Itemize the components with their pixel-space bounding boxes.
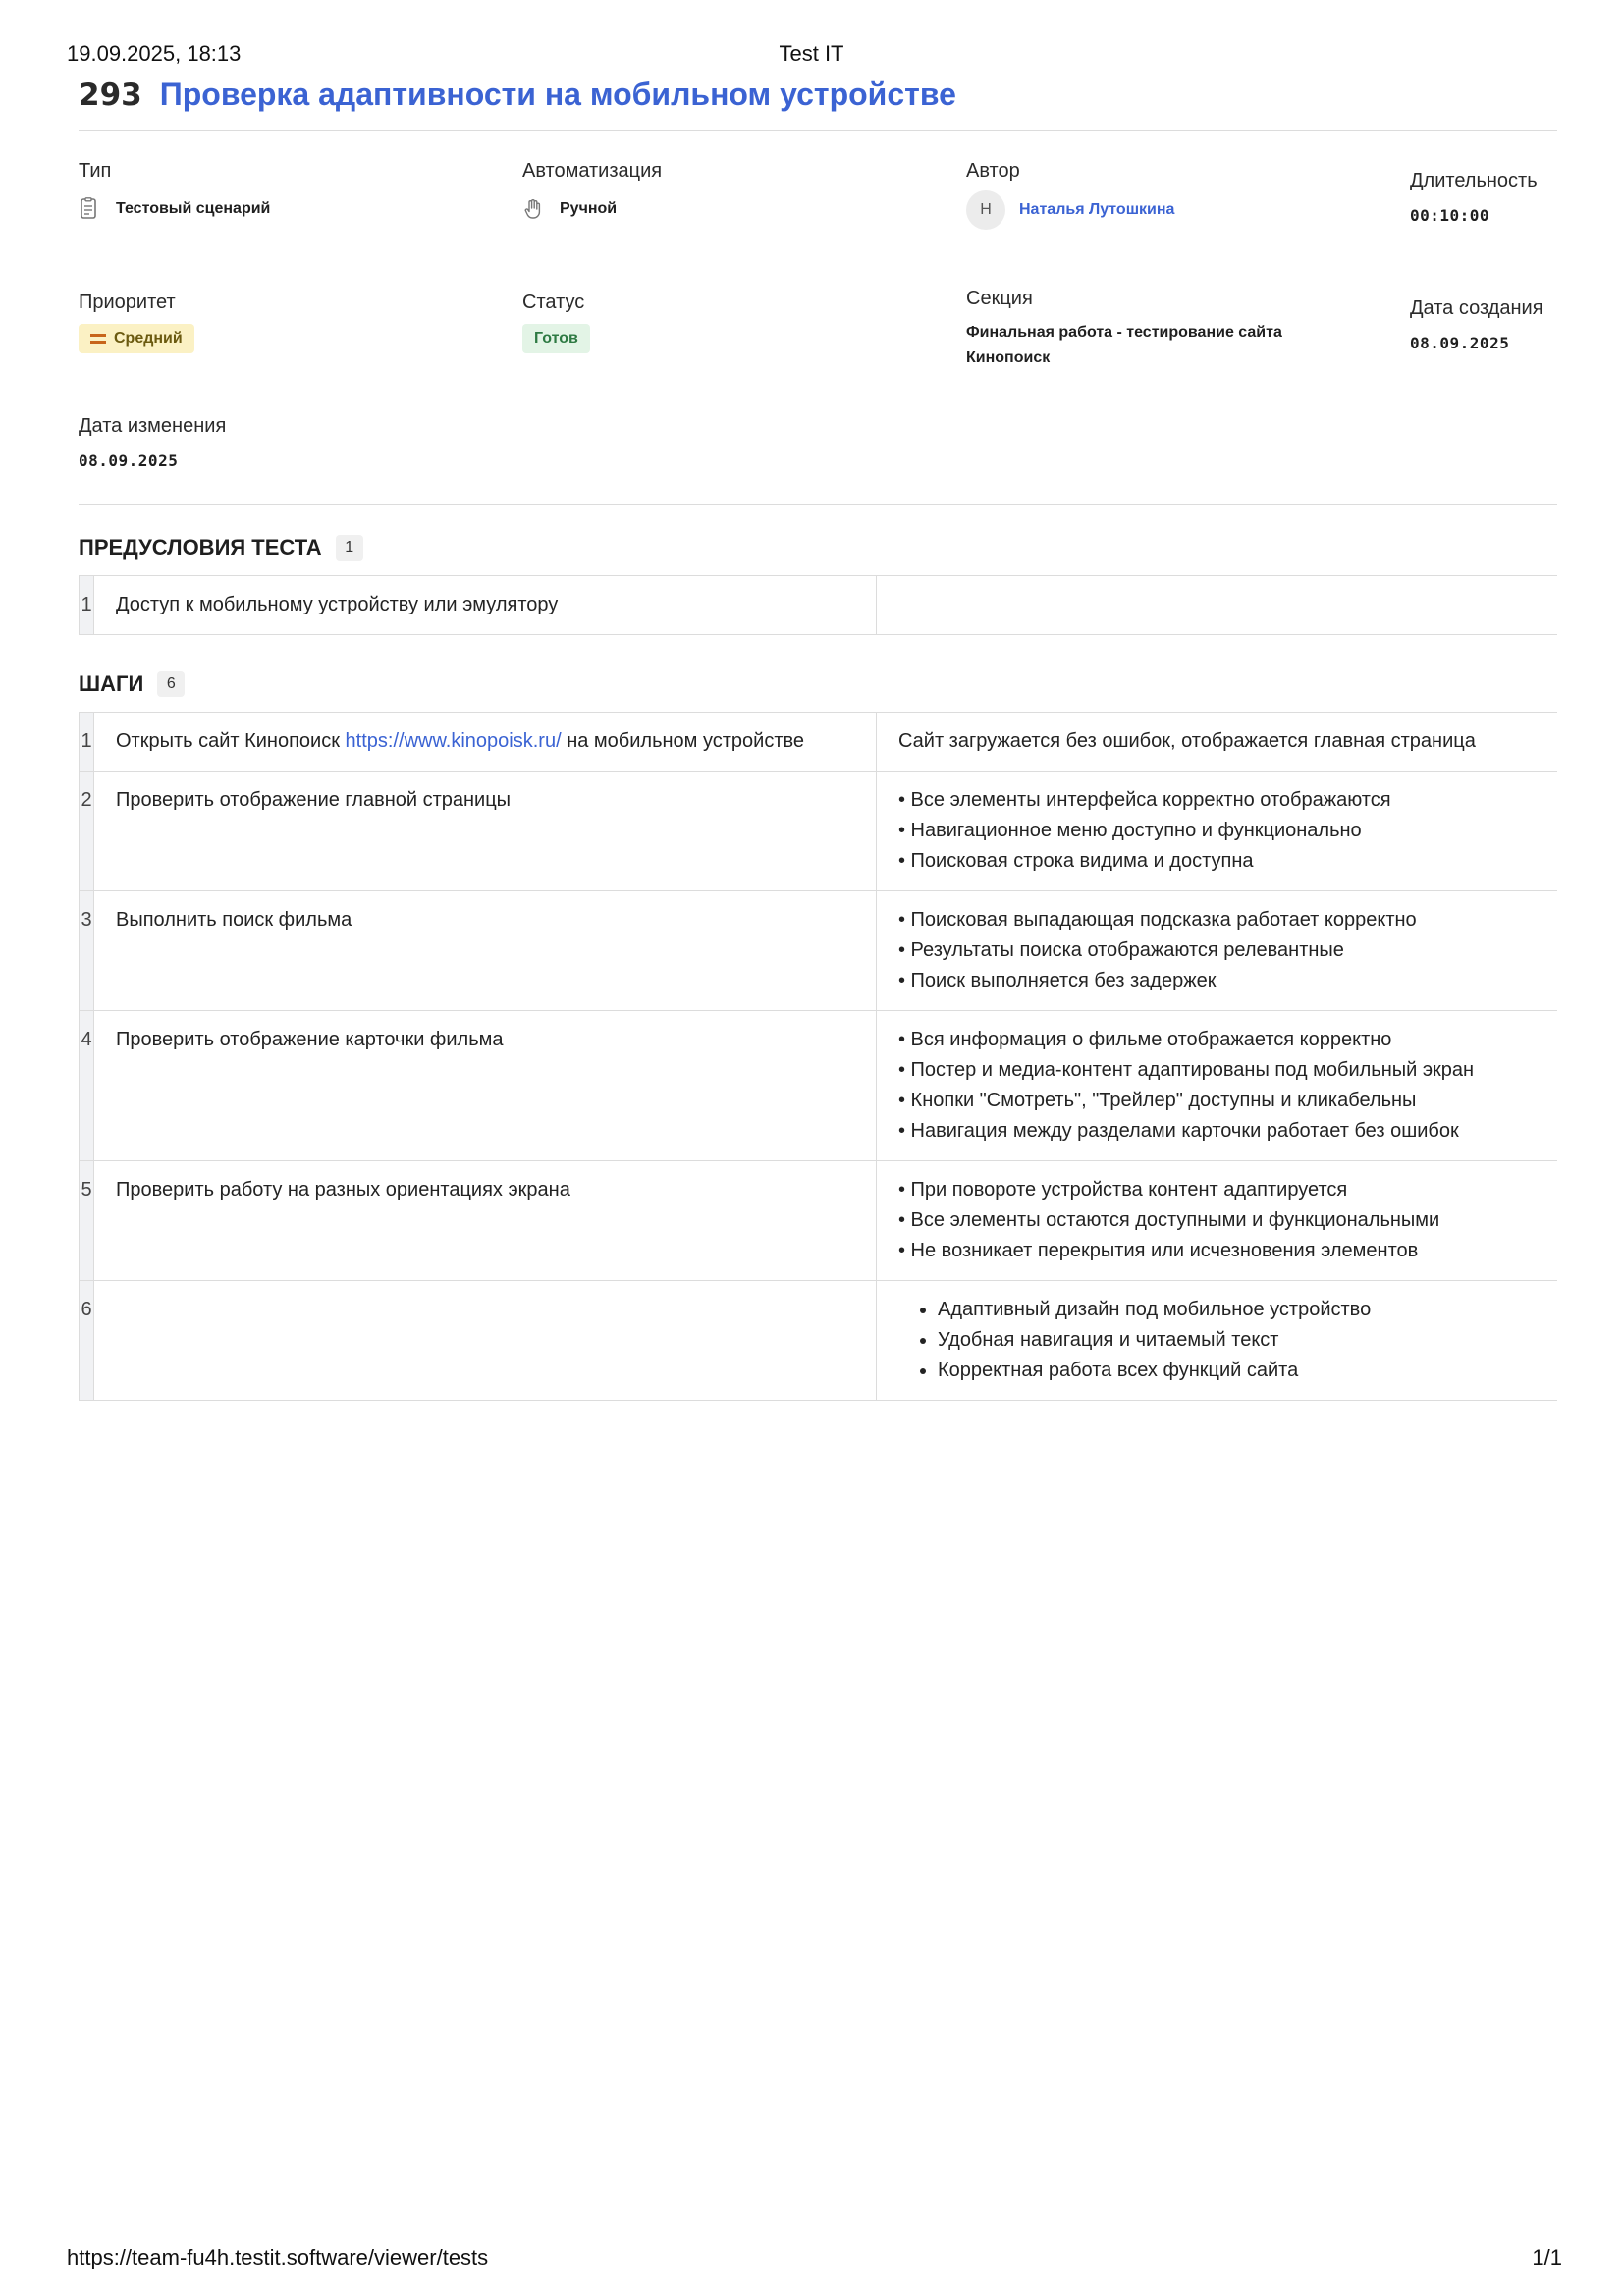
table-row: 1 Доступ к мобильному устройству или эму… [79, 575, 1557, 635]
kinopoisk-link[interactable]: https://www.kinopoisk.ru/ [346, 730, 562, 752]
test-case-view: 293 Проверка адаптивности на мобильном у… [79, 77, 1557, 1401]
preconditions-header: ПРЕДУСЛОВИЯ ТЕСТА 1 [79, 532, 1557, 563]
meta-duration: Длительность 00:10:00 [1410, 170, 1538, 225]
step-result: Адаптивный дизайн под мобильное устройст… [876, 1280, 1557, 1401]
table-row: 1 Открыть сайт Кинопоиск https://www.kin… [79, 712, 1557, 772]
step-result: • Все элементы интерфейса корректно отоб… [876, 771, 1557, 891]
row-number: 1 [79, 575, 94, 635]
print-page-number: 1/1 [1532, 2245, 1562, 2269]
steps-title: ШАГИ [79, 671, 144, 696]
table-row: 6 Адаптивный дизайн под мобильное устрой… [79, 1280, 1557, 1401]
steps-table: 1 Открыть сайт Кинопоиск https://www.kin… [79, 712, 1557, 1401]
step-result: • Вся информация о фильме отображается к… [876, 1010, 1557, 1161]
meta-priority: Приоритет Средний [79, 292, 194, 353]
meta-status-label: Статус [522, 292, 585, 313]
row-number: 2 [79, 771, 94, 891]
priority-badge: Средний [79, 324, 194, 353]
meta-section: Секция Финальная работа - тестирование с… [966, 288, 1359, 371]
print-app-title: Test IT [779, 41, 844, 66]
test-title[interactable]: Проверка адаптивности на мобильном устро… [160, 77, 956, 113]
meta-modified: Дата изменения 08.09.2025 [79, 415, 226, 470]
steps-header: ШАГИ 6 [79, 668, 1557, 700]
precondition-result [876, 575, 1557, 635]
meta-section-value[interactable]: Финальная работа - тестирование сайта Ки… [966, 320, 1359, 371]
test-id: 293 [79, 78, 142, 113]
result-line: • При повороте устройства контент адапти… [898, 1179, 1348, 1201]
list-item: Корректная работа всех функций сайта [938, 1356, 1536, 1386]
status-badge: Готов [522, 324, 590, 353]
author-link[interactable]: Наталья Лутошкина [1019, 201, 1174, 219]
meta-duration-value: 00:10:00 [1410, 206, 1490, 225]
row-number: 3 [79, 890, 94, 1011]
result-line: • Вся информация о фильме отображается к… [898, 1029, 1392, 1050]
meta-modified-value: 08.09.2025 [79, 452, 179, 470]
list-item: Удобная навигация и читаемый текст [938, 1325, 1536, 1356]
meta-section-label: Секция [966, 288, 1033, 309]
hand-icon [522, 196, 544, 222]
meta-created-label: Дата создания [1410, 297, 1543, 319]
meta-type-value: Тестовый сценарий [116, 200, 271, 217]
meta-automation-value: Ручной [560, 200, 618, 217]
priority-medium-icon [90, 334, 106, 344]
row-number: 1 [79, 712, 94, 772]
print-header: 19.09.2025, 18:13 Test IT [0, 41, 1623, 71]
meta-created-value: 08.09.2025 [1410, 334, 1510, 352]
table-row: 2 Проверить отображение главной страницы… [79, 771, 1557, 891]
result-line: • Поисковая строка видима и доступна [898, 850, 1254, 872]
meta-type: Тип Тестовый сценарий [79, 160, 270, 222]
result-line: • Результаты поиска отображаются релеван… [898, 939, 1344, 961]
meta-author-label: Автор [966, 160, 1020, 182]
meta-priority-label: Приоритет [79, 292, 176, 313]
step-action: Выполнить поиск фильма [93, 890, 877, 1011]
list-item: Адаптивный дизайн под мобильное устройст… [938, 1295, 1536, 1325]
meta-grid: Тип Тестовый сценарий Автоматизация Ручн… [79, 131, 1557, 504]
step-result: • Поисковая выпадающая подсказка работае… [876, 890, 1557, 1011]
result-line: • Навигационное меню доступно и функцион… [898, 820, 1362, 841]
result-line: • Поиск выполняется без задержек [898, 970, 1217, 991]
step-action [93, 1280, 877, 1401]
divider [79, 504, 1557, 505]
step-action-text: на мобильном устройстве [561, 730, 805, 752]
result-line: Сайт загружается без ошибок, отображаетс… [898, 730, 1476, 752]
preconditions-title: ПРЕДУСЛОВИЯ ТЕСТА [79, 535, 322, 560]
print-url: https://team-fu4h.testit.software/viewer… [67, 2245, 489, 2269]
result-line: • Поисковая выпадающая подсказка работае… [898, 909, 1417, 931]
result-line: • Постер и медиа-контент адаптированы по… [898, 1059, 1475, 1081]
preconditions-table: 1 Доступ к мобильному устройству или эму… [79, 575, 1557, 635]
step-result: • При повороте устройства контент адапти… [876, 1160, 1557, 1281]
result-line: • Навигация между разделами карточки раб… [898, 1120, 1459, 1142]
meta-modified-label: Дата изменения [79, 415, 227, 437]
meta-duration-label: Длительность [1410, 170, 1538, 191]
avatar: Н [966, 190, 1005, 230]
result-line: • Не возникает перекрытия или исчезновен… [898, 1240, 1419, 1261]
steps-count: 6 [157, 671, 186, 697]
table-row: 4 Проверить отображение карточки фильма … [79, 1010, 1557, 1161]
meta-automation-label: Автоматизация [522, 160, 663, 182]
result-line: • Все элементы остаются доступными и фун… [898, 1209, 1440, 1231]
precondition-action: Доступ к мобильному устройству или эмуля… [93, 575, 877, 635]
row-number: 6 [79, 1280, 94, 1401]
row-number: 5 [79, 1160, 94, 1281]
row-number: 4 [79, 1010, 94, 1161]
document-icon [79, 196, 100, 222]
step-action: Открыть сайт Кинопоиск https://www.kinop… [93, 712, 877, 772]
meta-author: Автор Н Наталья Лутошкина [966, 160, 1174, 230]
result-line: • Кнопки "Смотреть", "Трейлер" доступны … [898, 1090, 1417, 1111]
meta-status: Статус Готов [522, 292, 590, 353]
step-action: Проверить отображение карточки фильма [93, 1010, 877, 1161]
table-row: 5 Проверить работу на разных ориентациях… [79, 1160, 1557, 1281]
result-line: • Все элементы интерфейса корректно отоб… [898, 789, 1391, 811]
meta-type-label: Тип [79, 160, 112, 182]
priority-badge-label: Средний [114, 330, 183, 347]
meta-created: Дата создания 08.09.2025 [1410, 297, 1543, 352]
title-row: 293 Проверка адаптивности на мобильном у… [79, 77, 1557, 120]
step-result: Сайт загружается без ошибок, отображаетс… [876, 712, 1557, 772]
step-action-text: Открыть сайт Кинопоиск [116, 730, 346, 752]
step-action: Проверить отображение главной страницы [93, 771, 877, 891]
result-list: Адаптивный дизайн под мобильное устройст… [898, 1295, 1536, 1386]
step-action: Проверить работу на разных ориентациях э… [93, 1160, 877, 1281]
table-row: 3 Выполнить поиск фильма • Поисковая вып… [79, 890, 1557, 1011]
preconditions-count: 1 [335, 535, 363, 561]
meta-automation: Автоматизация Ручной [522, 160, 662, 222]
